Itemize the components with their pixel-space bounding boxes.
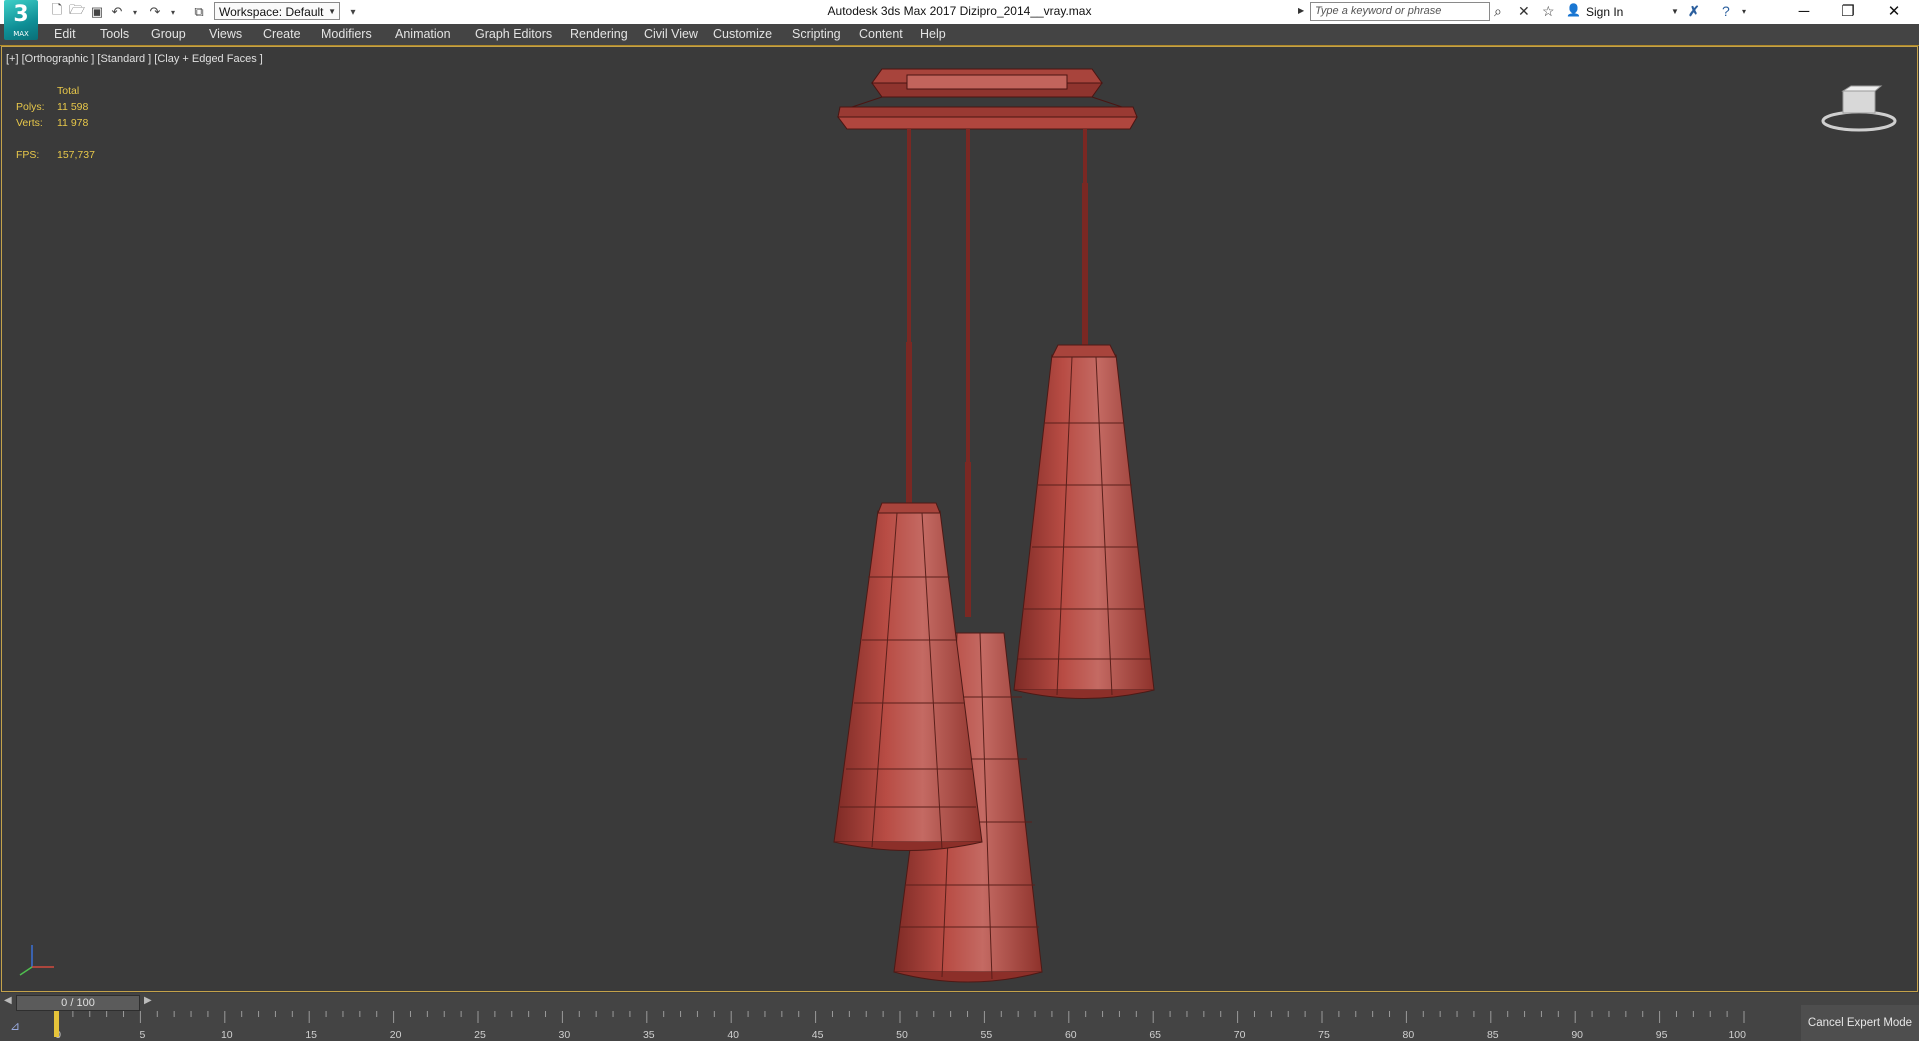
ruler-label: 75 xyxy=(1318,1029,1330,1041)
chevron-down-icon: ▼ xyxy=(328,7,336,16)
menu-graph-editors[interactable]: Graph Editors xyxy=(475,27,552,41)
ruler-label: 15 xyxy=(305,1029,317,1041)
menu-help[interactable]: Help xyxy=(920,27,946,41)
ruler-label: 50 xyxy=(896,1029,908,1041)
user-icon: 👤 xyxy=(1566,3,1581,17)
ruler-label: 70 xyxy=(1234,1029,1246,1041)
workspace-select[interactable]: Workspace: Default ▼ xyxy=(214,2,340,20)
ruler-label: 80 xyxy=(1403,1029,1415,1041)
app-logo-text: 3 xyxy=(13,2,29,27)
ceiling-canopy xyxy=(837,68,1138,130)
time-slider-position: 0 / 100 xyxy=(61,997,95,1009)
ruler-label: 10 xyxy=(221,1029,233,1041)
frame-ruler[interactable]: 0510152025303540455055606570758085909510… xyxy=(52,1011,1752,1041)
project-folder-icon[interactable]: ⧉ xyxy=(190,3,208,21)
previous-frame-icon[interactable]: ◀ xyxy=(4,995,12,1006)
menu-rendering[interactable]: Rendering xyxy=(570,27,628,41)
ruler-label: 55 xyxy=(981,1029,993,1041)
axis-tripod-icon xyxy=(19,945,54,976)
workspace-label: Workspace: Default xyxy=(219,5,324,19)
cancel-expert-mode-button[interactable]: Cancel Expert Mode xyxy=(1801,1005,1919,1041)
help-icon[interactable]: ? xyxy=(1722,3,1730,19)
ruler-label: 65 xyxy=(1149,1029,1161,1041)
chevron-down-icon[interactable]: ▼ xyxy=(1671,7,1679,16)
ruler-label: 40 xyxy=(727,1029,739,1041)
ruler-label: 95 xyxy=(1656,1029,1668,1041)
ruler-label: 20 xyxy=(390,1029,402,1041)
menu-edit[interactable]: Edit xyxy=(54,27,76,41)
menu-views[interactable]: Views xyxy=(209,27,242,41)
menu-scripting[interactable]: Scripting xyxy=(792,27,841,41)
menu-create[interactable]: Create xyxy=(263,27,301,41)
viewport-perspective[interactable]: [+] [Orthographic ] [Standard ] [Clay + … xyxy=(1,46,1918,992)
menu-content[interactable]: Content xyxy=(859,27,903,41)
next-frame-icon[interactable]: ▶ xyxy=(144,995,152,1006)
app-logo-sub: MAX xyxy=(13,30,29,38)
binoculars-icon[interactable]: ⌕ xyxy=(1494,3,1502,20)
time-slider-bar: ◀ 0 / 100 ▶ xyxy=(0,993,1919,1011)
ruler-label: 5 xyxy=(139,1029,145,1041)
menu-animation[interactable]: Animation xyxy=(395,27,451,41)
lamp-shade-right xyxy=(1013,344,1155,699)
save-icon[interactable]: ▣ xyxy=(88,3,106,21)
minimize-icon[interactable]: ─ xyxy=(1784,1,1824,23)
menu-bar: Edit Tools Group Views Create Modifiers … xyxy=(0,24,1919,46)
ruler-label: 60 xyxy=(1065,1029,1077,1041)
track-bar[interactable]: 0510152025303540455055606570758085909510… xyxy=(0,1011,1919,1041)
new-file-icon[interactable]: 🗋 xyxy=(48,2,66,21)
redo-dropdown-icon[interactable]: ▾ xyxy=(164,3,182,21)
redo-icon[interactable]: ↷ xyxy=(146,3,164,21)
menu-modifiers[interactable]: Modifiers xyxy=(321,27,372,41)
close-icon[interactable]: ✕ xyxy=(1874,1,1914,23)
ruler-label: 45 xyxy=(812,1029,824,1041)
menu-group[interactable]: Group xyxy=(151,27,186,41)
pendant-lamp-model[interactable] xyxy=(2,47,1918,992)
menu-customize[interactable]: Customize xyxy=(713,27,772,41)
communication-center-icon[interactable]: ✕ xyxy=(1518,3,1530,20)
title-bar: 3 MAX 🗋 🗁 ▣ ↶ ▾ ↷ ▾ ⧉ Workspace: Default… xyxy=(0,0,1919,40)
ruler-label: 35 xyxy=(643,1029,655,1041)
key-filter-icon[interactable]: ⊿ xyxy=(10,1019,20,1033)
ruler-label: 90 xyxy=(1571,1029,1583,1041)
exchange-icon[interactable]: ✗ xyxy=(1688,3,1700,20)
menu-tools[interactable]: Tools xyxy=(100,27,129,41)
undo-dropdown-icon[interactable]: ▾ xyxy=(126,3,144,21)
menu-civil-view[interactable]: Civil View xyxy=(644,27,698,41)
ruler-label: 100 xyxy=(1728,1029,1746,1041)
help-dropdown-icon[interactable]: ▾ xyxy=(1742,7,1746,16)
viewcube-icon[interactable] xyxy=(1819,85,1899,135)
current-frame-marker[interactable] xyxy=(54,1011,59,1037)
lamp-shade-left xyxy=(833,502,983,851)
ruler-label: 30 xyxy=(559,1029,571,1041)
search-expand-icon[interactable]: ▶ xyxy=(1298,6,1304,15)
app-logo-button[interactable]: 3 MAX xyxy=(4,0,38,40)
customize-toolbar-icon[interactable]: ▾ xyxy=(344,3,362,21)
ruler-label: 25 xyxy=(474,1029,486,1041)
restore-icon[interactable]: ❐ xyxy=(1828,1,1868,23)
search-input[interactable]: Type a keyword or phrase xyxy=(1310,2,1490,21)
undo-icon[interactable]: ↶ xyxy=(108,3,126,21)
star-icon[interactable]: ☆ xyxy=(1542,3,1555,20)
open-folder-icon[interactable]: 🗁 xyxy=(68,2,86,21)
ruler-label: 85 xyxy=(1487,1029,1499,1041)
time-slider[interactable]: 0 / 100 xyxy=(16,995,140,1011)
sign-in-button[interactable]: Sign In xyxy=(1586,5,1623,19)
